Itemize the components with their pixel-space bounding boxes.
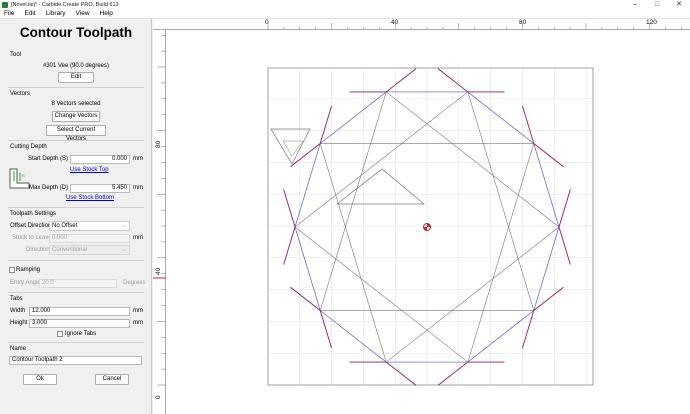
start-depth-unit: mm <box>133 156 143 162</box>
vectors-section-label: Vectors <box>10 91 31 97</box>
offset-direction-value: No Offset <box>52 223 78 229</box>
ignore-tabs-label: Ignore Tabs <box>65 331 97 337</box>
design-drawing <box>153 23 682 386</box>
stock-to-leave-field[interactable]: 0.000 <box>49 234 130 243</box>
max-depth-unit: mm <box>133 185 143 191</box>
divider <box>8 207 144 208</box>
title-bar: [Novel.liej* - Carbide Create PRO, Build… <box>0 0 690 9</box>
divider <box>8 260 144 261</box>
chevron-down-icon: ⌵ <box>122 247 126 253</box>
tab-height-unit: mm <box>133 320 143 326</box>
tab-width-unit: mm <box>133 308 143 314</box>
window-controls: – □ ✕ <box>624 0 690 9</box>
minimize-button[interactable]: – <box>624 0 646 9</box>
offset-direction-label: Offset Direction <box>10 223 52 229</box>
start-depth-field[interactable]: 0.000 <box>70 155 130 164</box>
divider <box>8 292 144 293</box>
design-canvas[interactable]: 0 40 80 120 80 40 0 <box>153 19 690 414</box>
max-depth-label: Max Depth (D) <box>28 185 68 191</box>
close-button[interactable]: ✕ <box>668 0 690 9</box>
menu-library[interactable]: Library <box>41 10 71 17</box>
ramping-checkbox[interactable] <box>9 267 15 273</box>
tab-height-field[interactable]: 3.000 <box>29 319 130 328</box>
entry-angle-unit: Degrees <box>123 280 146 286</box>
edit-tool-button[interactable]: Edit <box>58 72 94 83</box>
menu-help[interactable]: Help <box>95 10 118 17</box>
stock-to-leave-label: Stock to Leave <box>12 235 52 241</box>
name-section-label: Name <box>10 346 27 352</box>
stock-to-leave-unit: mm <box>133 235 143 241</box>
use-stock-bottom-link[interactable]: Use Stock Bottom <box>66 195 114 201</box>
window-title: [Novel.liej* - Carbide Create PRO, Build… <box>11 1 119 8</box>
select-current-vectors-button[interactable]: Select Current Vectors <box>46 125 106 142</box>
offset-direction-select[interactable]: No Offset ⌵ <box>49 221 130 231</box>
maximize-button[interactable]: □ <box>646 0 668 9</box>
direction-value: Conventional <box>52 247 88 253</box>
start-depth-label: Start Depth (S) <box>27 156 68 162</box>
chevron-down-icon: ⌵ <box>122 223 126 229</box>
divider <box>8 140 144 141</box>
tab-width-label: Width <box>10 308 26 314</box>
menu-file[interactable]: File <box>0 10 19 17</box>
cutting-depth-section-label: Cutting Depth <box>10 144 47 150</box>
direction-label: Direction <box>26 247 50 253</box>
app-window: [Novel.liej* - Carbide Create PRO, Build… <box>0 0 690 414</box>
svg-text:S: S <box>22 173 25 178</box>
max-depth-field[interactable]: 5.450 <box>70 184 130 193</box>
tab-height-label: Height <box>10 320 28 326</box>
ok-button[interactable]: Ok <box>23 374 57 385</box>
menu-view[interactable]: View <box>71 10 95 17</box>
divider <box>8 342 144 343</box>
panel-title: Contour Toolpath <box>19 25 133 40</box>
direction-select[interactable]: Conventional ⌵ <box>49 245 130 255</box>
change-vectors-button[interactable]: Change Vectors <box>52 111 100 122</box>
entry-angle-field[interactable]: 20.0 <box>39 279 117 288</box>
cancel-button[interactable]: Cancel <box>95 374 129 385</box>
tabs-section-label: Tabs <box>10 296 23 302</box>
tab-width-field[interactable]: 12.000 <box>29 307 130 316</box>
entry-angle-label: Entry Angle <box>10 280 41 286</box>
divider <box>8 87 144 88</box>
app-icon <box>2 1 8 8</box>
ramping-label: Ramping <box>16 267 41 273</box>
ignore-tabs-checkbox[interactable] <box>57 331 63 337</box>
tool-section-label: Tool <box>10 52 22 58</box>
use-stock-top-link[interactable]: Use Stock Top <box>70 167 109 173</box>
menu-edit[interactable]: Edit <box>19 10 40 17</box>
toolpath-panel: Contour Toolpath Tool #301 Vee (90.0 deg… <box>0 19 152 414</box>
tool-name: #301 Vee (90.0 degrees) <box>42 63 110 69</box>
vectors-count: 8 Vectors selected <box>51 101 101 107</box>
menu-bar: File Edit Library View Help <box>0 9 690 19</box>
toolpath-name-field[interactable]: Contour Toolpath 2 <box>9 356 142 365</box>
toolpath-settings-section-label: Toolpath Settings <box>10 211 57 217</box>
